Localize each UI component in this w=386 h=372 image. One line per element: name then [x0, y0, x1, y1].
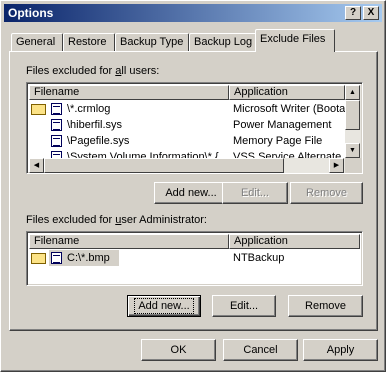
help-button[interactable]: ? [345, 6, 361, 20]
scroll-thumb-horizontal[interactable] [44, 158, 284, 173]
column-header-filename[interactable]: Filename [29, 85, 229, 100]
tab-exclude-files[interactable]: Exclude Files [255, 29, 335, 52]
apply-button[interactable]: Apply [303, 339, 378, 361]
file-icon [51, 252, 62, 264]
scrollbar-corner [345, 158, 361, 173]
row-filename: \hiberfil.sys [67, 119, 123, 131]
tab-backup-log[interactable]: Backup Log [189, 33, 257, 51]
column-header-filename[interactable]: Filename [29, 234, 229, 249]
close-button[interactable]: X [363, 6, 379, 20]
help-icon: ? [349, 7, 357, 18]
all-users-list[interactable]: Filename Application \*.crmlog Microsoft… [26, 82, 363, 174]
window-title: Options [8, 6, 54, 20]
list-item[interactable]: C:\*.bmp NTBackup [29, 250, 359, 266]
tab-exclude-files-label: Exclude Files [260, 33, 326, 45]
row-application: NTBackup [233, 252, 285, 264]
all-users-remove-button[interactable]: Remove [290, 182, 363, 204]
folder-icon [31, 253, 46, 264]
user-label: Files excluded for user Administrator: [26, 214, 207, 226]
exclude-files-panel: Files excluded for all users: Filename A… [9, 51, 378, 331]
tab-restore-label: Restore [68, 36, 107, 48]
tab-general-label: General [16, 36, 56, 48]
all-users-label: Files excluded for all users: [26, 65, 160, 77]
user-remove-button[interactable]: Remove [288, 295, 363, 317]
row-application: Microsoft Writer (Boota... [233, 103, 351, 115]
list-item[interactable]: \hiberfil.sys Power Management [29, 117, 345, 133]
tab-backup-log-label: Backup Log [194, 36, 253, 48]
file-icon [51, 135, 62, 147]
column-header-application[interactable]: Application [229, 85, 345, 100]
scroll-left-button[interactable]: ◀ [29, 158, 44, 173]
close-icon: X [367, 7, 375, 18]
column-header-application[interactable]: Application [229, 234, 360, 249]
horizontal-scrollbar[interactable]: ◀ ▶ [29, 158, 345, 173]
file-icon [51, 103, 62, 115]
vertical-scrollbar[interactable]: ▲ ▼ [345, 85, 361, 158]
scroll-down-button[interactable]: ▼ [345, 143, 360, 158]
scroll-right-button[interactable]: ▶ [329, 158, 344, 173]
file-icon [51, 119, 62, 131]
cancel-button[interactable]: Cancel [223, 339, 298, 361]
all-users-add-button[interactable]: Add new... [154, 182, 228, 204]
user-edit-button[interactable]: Edit... [212, 295, 276, 317]
tab-backup-type[interactable]: Backup Type [115, 33, 189, 51]
row-filename: \System Volume Information\*.{ [67, 151, 219, 158]
title-bar[interactable]: Options [4, 4, 382, 22]
tab-restore[interactable]: Restore [63, 33, 115, 51]
options-dialog: Options ? X General Restore Backup Type … [0, 0, 386, 372]
file-icon [51, 151, 62, 158]
row-application: VSS Service Alternate [233, 151, 342, 158]
ok-button[interactable]: OK [141, 339, 216, 361]
list-item[interactable]: \Pagefile.sys Memory Page File [29, 133, 345, 149]
row-filename: \Pagefile.sys [67, 135, 130, 147]
tab-general[interactable]: General [11, 33, 63, 51]
scroll-thumb[interactable] [345, 100, 360, 130]
scroll-up-button[interactable]: ▲ [345, 85, 360, 100]
folder-icon [31, 104, 46, 115]
all-users-edit-button[interactable]: Edit... [222, 182, 288, 204]
row-application: Memory Page File [233, 135, 323, 147]
user-list[interactable]: Filename Application C:\*.bmp NTBackup [26, 231, 363, 286]
tab-backup-type-label: Backup Type [120, 36, 184, 48]
row-filename: \*.crmlog [67, 103, 111, 115]
list-item[interactable]: \System Volume Information\*.{ VSS Servi… [29, 149, 345, 158]
row-filename: C:\*.bmp [67, 252, 110, 264]
row-application: Power Management [233, 119, 332, 131]
list-item[interactable]: \*.crmlog Microsoft Writer (Boota... [29, 101, 351, 117]
user-add-button[interactable]: Add new... [127, 295, 201, 317]
